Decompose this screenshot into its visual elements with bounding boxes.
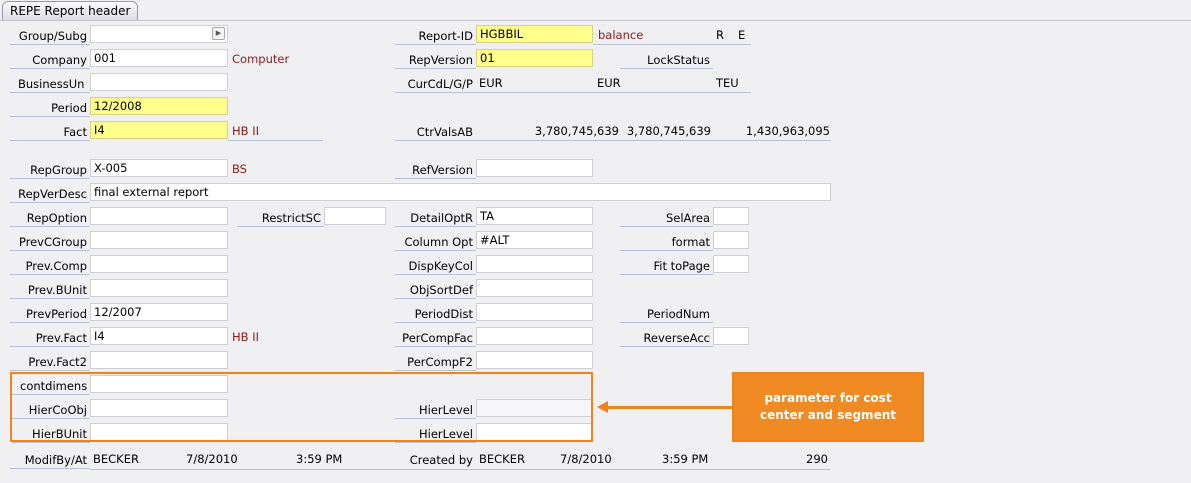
fit-to-page-label: Fit toPage	[620, 257, 713, 275]
lock-status-label: LockStatus	[620, 51, 713, 69]
column-opt-label: Column Opt	[395, 233, 476, 251]
per-comp-fac-field[interactable]	[476, 327, 593, 345]
report-flag-r: R	[716, 28, 724, 42]
prev-comp-label: Prev.Comp	[10, 257, 90, 275]
company-field[interactable]: 001	[90, 49, 228, 67]
underline	[593, 44, 751, 45]
disp-key-col-label: DispKeyCol	[395, 257, 476, 275]
company-label: Company	[10, 51, 90, 69]
highlight-box	[10, 372, 593, 442]
fact-field[interactable]: I4	[90, 121, 228, 139]
fact-description: HB II	[232, 124, 259, 138]
period-dist-field[interactable]	[476, 303, 593, 321]
business-unit-field[interactable]	[90, 73, 228, 91]
sel-area-field[interactable]	[713, 207, 749, 225]
rep-ver-desc-field[interactable]: final external report	[90, 183, 831, 201]
period-dist-label: PeriodDist	[395, 305, 476, 323]
obj-sort-def-field[interactable]	[476, 279, 593, 297]
prev-bunit-label: Prev.BUnit	[10, 281, 90, 299]
sel-area-label: SelArea	[620, 209, 713, 227]
report-flag-e: E	[738, 28, 746, 42]
created-date: 7/8/2010	[560, 452, 612, 466]
tab-repe-report-header[interactable]: REPE Report header	[2, 1, 139, 21]
group-subg-field[interactable]: ▶	[90, 25, 228, 43]
ref-version-field[interactable]	[476, 159, 593, 177]
currency-group: EUR	[597, 76, 621, 90]
detail-opt-label: DetailOptR	[395, 209, 476, 227]
underline	[228, 140, 323, 141]
reverse-acc-field[interactable]	[713, 327, 749, 345]
ctr-val-c: 1,430,963,095	[745, 124, 830, 138]
business-unit-label: BusinessUn	[10, 75, 90, 93]
modified-time: 3:59 PM	[296, 452, 343, 466]
footer-underline	[90, 469, 830, 470]
prev-fact-field[interactable]: I4	[90, 327, 228, 345]
rep-ver-desc-label: RepVerDesc	[10, 185, 90, 203]
per-comp-f2-label: PerCompF2	[395, 353, 476, 371]
ctr-val-a: 3,780,745,639	[534, 124, 619, 138]
prev-fact-label: Prev.Fact	[10, 329, 90, 347]
prev-bunit-field[interactable]	[90, 279, 228, 297]
underline	[476, 140, 831, 141]
group-subg-label: Group/Subg	[10, 27, 90, 45]
rep-version-label: RepVersion	[395, 51, 476, 69]
fact-label: Fact	[10, 123, 90, 141]
prev-fact-description: HB II	[232, 330, 259, 344]
per-comp-f2-field[interactable]	[476, 351, 593, 369]
value-help-icon[interactable]: ▶	[212, 27, 225, 40]
reverse-acc-label: ReverseAcc	[620, 329, 713, 347]
ref-version-label: RefVersion	[395, 161, 476, 179]
ctr-val-b: 3,780,745,639	[626, 124, 711, 138]
created-by-label: Created by	[409, 453, 473, 467]
period-label: Period	[10, 99, 90, 117]
prev-cgroup-label: PrevCGroup	[10, 233, 90, 251]
rep-option-field[interactable]	[90, 207, 228, 225]
prev-period-label: PrevPeriod	[10, 305, 90, 323]
currency-local: EUR	[479, 76, 503, 90]
restrict-sc-label: RestrictSC	[237, 209, 324, 227]
per-comp-fac-label: PerCompFac	[395, 329, 476, 347]
callout-note: parameter for cost center and segment	[732, 372, 924, 442]
record-count: 290	[806, 452, 828, 466]
created-by: BECKER	[479, 452, 525, 466]
format-label: format	[620, 233, 713, 251]
prev-fact2-label: Prev.Fact2	[10, 353, 90, 371]
obj-sort-def-label: ObjSortDef	[395, 281, 476, 299]
period-num-label: PeriodNum	[620, 305, 713, 323]
fit-to-page-field[interactable]	[713, 255, 749, 273]
disp-key-col-field[interactable]	[476, 255, 593, 273]
tab-separator	[0, 20, 1191, 21]
prev-cgroup-field[interactable]	[90, 231, 228, 249]
company-description: Computer	[232, 52, 290, 66]
detail-opt-field[interactable]: TA	[476, 207, 593, 225]
created-time: 3:59 PM	[662, 452, 709, 466]
prev-fact2-field[interactable]	[90, 351, 228, 369]
modified-by: BECKER	[93, 452, 139, 466]
report-id-field[interactable]: HGBBIL	[476, 25, 593, 43]
rep-version-field[interactable]: 01	[476, 49, 593, 67]
prev-comp-field[interactable]	[90, 255, 228, 273]
report-id-description: balance	[598, 28, 644, 42]
rep-group-description: BS	[232, 162, 247, 176]
rep-group-field[interactable]: X-005	[90, 159, 228, 177]
cur-cd-label: CurCdL/G/P	[395, 75, 476, 93]
callout-arrow-line	[607, 406, 733, 409]
column-opt-field[interactable]: #ALT	[476, 231, 593, 249]
format-field[interactable]	[713, 231, 749, 249]
currency-p: TEU	[716, 76, 739, 90]
modified-date: 7/8/2010	[186, 452, 238, 466]
report-id-label: Report-ID	[395, 27, 476, 45]
restrict-sc-field[interactable]	[324, 207, 386, 225]
rep-option-label: RepOption	[10, 209, 90, 227]
rep-group-label: RepGroup	[10, 161, 90, 179]
period-field[interactable]: 12/2008	[90, 97, 228, 115]
underline	[476, 92, 751, 93]
modif-by-label: ModifBy/At	[10, 451, 90, 469]
arrow-left-icon	[597, 401, 608, 413]
ctr-vals-label: CtrValsAB	[395, 123, 476, 141]
prev-period-field[interactable]: 12/2007	[90, 303, 228, 321]
